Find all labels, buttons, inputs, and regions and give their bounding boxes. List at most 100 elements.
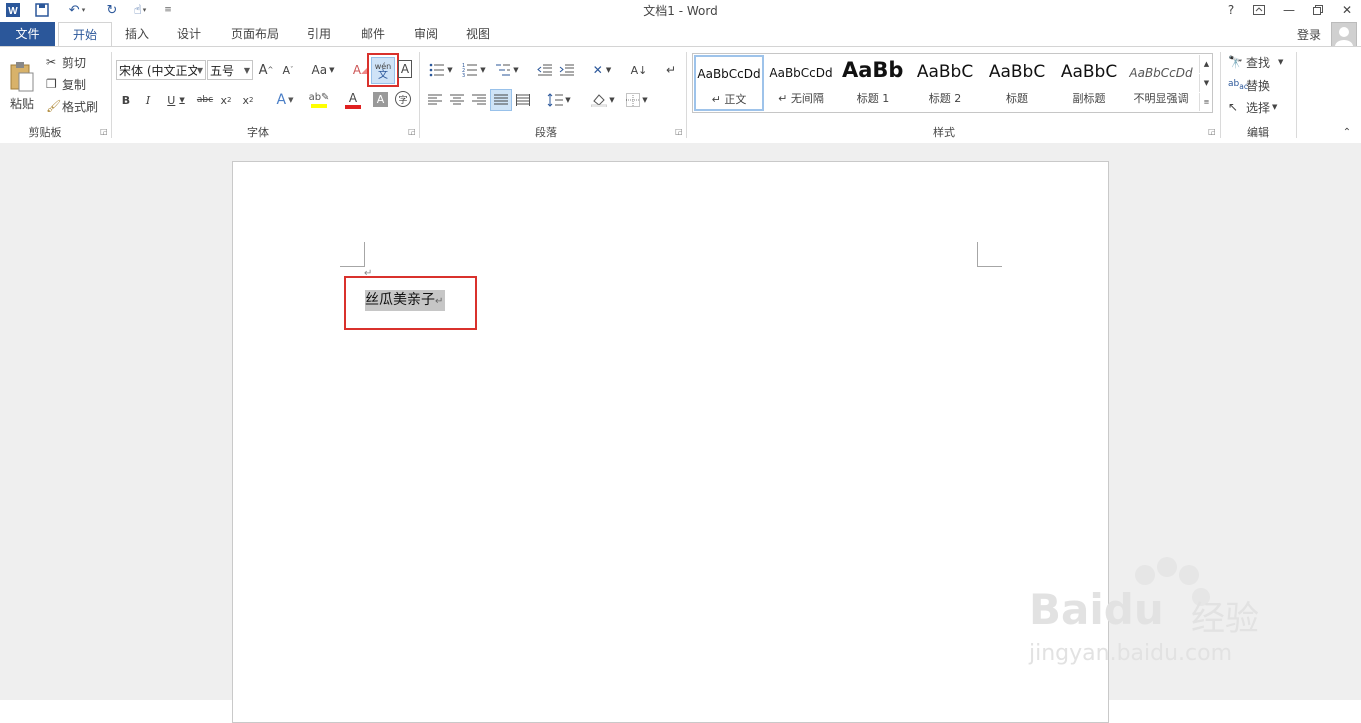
watermark-url: jingyan.baidu.com <box>1029 641 1233 666</box>
font-name-value: 宋体 (中文正文) <box>119 64 197 78</box>
editing-group-label: 编辑 <box>1247 126 1269 139</box>
align-right-icon[interactable] <box>471 92 487 108</box>
restore-icon[interactable] <box>1304 0 1332 20</box>
tab-mailings[interactable]: 邮件 <box>352 22 394 46</box>
cut-button[interactable]: ✂ 剪切 <box>46 54 86 70</box>
help-button[interactable]: ? <box>1217 0 1245 20</box>
font-launcher-icon[interactable]: ◲ <box>408 128 416 136</box>
avatar[interactable] <box>1331 22 1357 48</box>
group-divider <box>686 52 687 138</box>
style-sample: AaBbC <box>988 62 1046 82</box>
select-label: 选择 <box>1246 100 1271 115</box>
line-spacing-icon[interactable]: ▼ <box>544 90 574 110</box>
superscript-icon[interactable]: x2 <box>240 92 256 108</box>
italic-icon[interactable]: I <box>141 92 155 108</box>
styles-group-label: 样式 <box>933 126 955 139</box>
select-button[interactable]: ↖ 选择 ▼ <box>1228 98 1277 116</box>
style-normal[interactable]: AaBbCcDd ↵ 正文 <box>694 55 764 111</box>
sort-icon[interactable]: A↓ <box>630 60 648 80</box>
format-painter-button[interactable]: 🖌 格式刷 <box>46 98 98 114</box>
minimize-icon[interactable]: — <box>1275 0 1303 20</box>
style-no-spacing[interactable]: AaBbCcDd ↵ 无间隔 <box>766 56 836 108</box>
shrink-font-icon[interactable]: Aˇ <box>280 60 296 80</box>
increase-indent-icon[interactable] <box>558 60 576 80</box>
style-heading-2[interactable]: AaBbC 标题 2 <box>910 56 980 108</box>
clipboard-launcher-icon[interactable]: ◲ <box>100 128 108 136</box>
justify-icon[interactable] <box>490 89 512 111</box>
chevron-down-icon: ▼ <box>605 66 612 74</box>
style-heading-1[interactable]: AaBb 标题 1 <box>838 56 908 108</box>
enclose-characters-icon[interactable]: 字 <box>395 91 411 107</box>
paste-button[interactable]: 粘贴 <box>4 54 40 118</box>
tab-file[interactable]: 文件 <box>0 22 55 46</box>
bullets-icon[interactable]: ▼ <box>427 60 455 80</box>
tab-home[interactable]: 开始 <box>58 22 112 47</box>
selected-text-highlight-box <box>344 276 477 330</box>
highlight-color-button[interactable]: ab✎ <box>304 90 334 110</box>
style-subtle-emphasis[interactable]: AaBbCcDd 不明显强调 <box>1126 56 1196 108</box>
change-case-button[interactable]: Aa ▼ <box>308 60 338 80</box>
styles-scroll-up-icon[interactable]: ▲ <box>1199 55 1213 73</box>
styles-launcher-icon[interactable]: ◲ <box>1208 128 1216 136</box>
tab-insert[interactable]: 插入 <box>116 22 158 46</box>
group-divider <box>1296 52 1297 138</box>
sign-in-link[interactable]: 登录 <box>1297 26 1321 43</box>
style-subtitle[interactable]: AaBbC 副标题 <box>1054 56 1124 108</box>
collapse-ribbon-icon[interactable]: ⌃ <box>1340 126 1354 138</box>
show-formatting-marks-icon[interactable]: ↵ <box>664 60 678 80</box>
align-left-icon[interactable] <box>427 92 443 108</box>
subscript-icon[interactable]: x2 <box>218 92 234 108</box>
chevron-down-icon: ▼ <box>1278 58 1284 66</box>
numbering-icon[interactable]: 1 2 3 ▼ <box>460 60 488 80</box>
bold-icon[interactable]: B <box>119 92 133 108</box>
clear-formatting-icon[interactable]: A ◢ <box>352 60 368 80</box>
font-size-value: 五号 <box>210 64 235 78</box>
copy-icon: ❐ <box>46 77 57 91</box>
paste-icon <box>10 61 34 91</box>
sort-glyph: A↓ <box>630 63 648 77</box>
crop-mark-top-left <box>340 242 365 267</box>
baidu-watermark: Baidu 经验 jingyan.baidu.com <box>1029 555 1281 675</box>
tab-design[interactable]: 设计 <box>168 22 210 46</box>
paragraph-launcher-icon[interactable]: ◲ <box>675 128 683 136</box>
replace-icon: abac <box>1228 79 1248 91</box>
decrease-indent-icon[interactable] <box>536 60 554 80</box>
text-effects-icon[interactable]: A ▼ <box>272 91 298 109</box>
style-sample: AaBbCcDd <box>769 66 833 80</box>
shading-icon[interactable]: ▼ <box>588 90 618 110</box>
style-name: ↵ 正文 <box>711 93 747 106</box>
align-center-icon[interactable] <box>449 92 465 108</box>
svg-text:3: 3 <box>462 73 465 77</box>
styles-more-icon[interactable]: ≡ <box>1199 93 1213 111</box>
font-name-combo[interactable]: 宋体 (中文正文) ▼ <box>116 60 206 80</box>
tab-view[interactable]: 视图 <box>457 22 499 46</box>
tab-review[interactable]: 审阅 <box>405 22 447 46</box>
multilevel-list-icon[interactable]: ▼ <box>493 60 521 80</box>
ribbon-display-options-icon[interactable] <box>1245 0 1273 20</box>
style-name: 副标题 <box>1072 92 1106 105</box>
chinese-layout-glyph: ✕ <box>592 63 603 77</box>
document-title: 文档1 - Word <box>643 4 718 18</box>
grow-font-icon[interactable]: A ^ <box>258 60 274 80</box>
styles-scroll-down-icon[interactable]: ▼ <box>1199 74 1213 92</box>
tab-references[interactable]: 引用 <box>298 22 340 46</box>
distributed-icon[interactable] <box>515 92 531 108</box>
font-size-combo[interactable]: 五号 ▼ <box>207 60 253 80</box>
paintbrush-icon: 🖌 <box>46 99 62 113</box>
tab-page-layout[interactable]: 页面布局 <box>222 22 288 46</box>
find-label: 查找 <box>1246 55 1271 70</box>
font-color-button[interactable]: A <box>338 90 368 110</box>
chinese-layout-icon[interactable]: ✕ ▼ <box>588 60 616 80</box>
find-button[interactable]: 🔭 查找 ▼ <box>1228 53 1283 71</box>
strikethrough-icon[interactable]: abc <box>196 92 214 108</box>
chevron-down-icon: ▼ <box>1272 103 1278 111</box>
group-divider <box>1220 52 1221 138</box>
close-icon[interactable]: ✕ <box>1333 0 1361 20</box>
style-title[interactable]: AaBbC 标题 <box>982 56 1052 108</box>
character-border-icon[interactable]: A <box>398 60 412 78</box>
underline-icon[interactable]: U ▼ <box>163 92 189 108</box>
copy-button[interactable]: ❐ 复制 <box>46 76 86 92</box>
borders-icon[interactable]: ▼ <box>622 90 652 110</box>
replace-button[interactable]: abac 替换 <box>1228 76 1270 94</box>
character-shading-icon[interactable]: A <box>373 92 388 107</box>
